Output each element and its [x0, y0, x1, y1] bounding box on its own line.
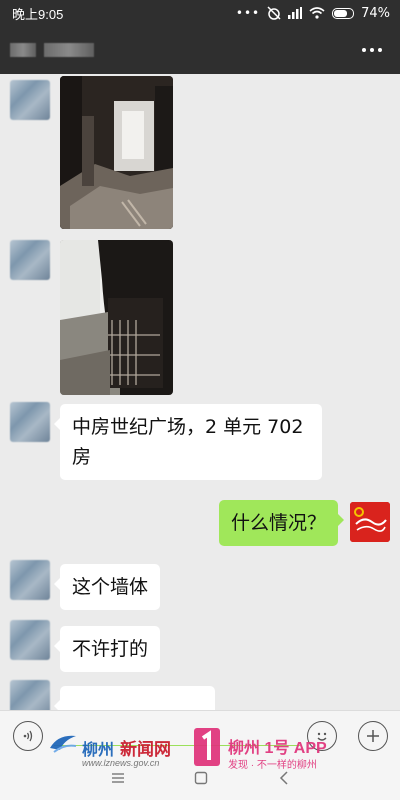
- message-text: 这个墙体: [72, 576, 149, 598]
- voice-input-button[interactable]: [13, 721, 43, 751]
- construction-photo: [60, 240, 173, 395]
- wave-logo-icon: [50, 735, 77, 753]
- voice-icon: [23, 730, 33, 742]
- message-line: 中房世纪广场，2 单元 702: [72, 416, 304, 438]
- chat-header: [0, 26, 400, 74]
- construction-photo: [60, 76, 173, 229]
- site-name: 柳州: [82, 742, 115, 759]
- battery-percent: 74%: [361, 5, 390, 21]
- chat-text-message[interactable]: 这个墙体: [53, 564, 161, 610]
- more-dot-icon: [362, 48, 366, 52]
- message-text: 不许打的: [72, 638, 149, 660]
- contact-avatar[interactable]: [10, 402, 50, 442]
- blurred-title-part: [44, 43, 94, 57]
- wifi-icon: [309, 7, 325, 19]
- alarm-off-icon: [267, 6, 281, 20]
- app-name: 柳州 1号 APP: [228, 740, 327, 757]
- chat-text-message-partial[interactable]: [54, 686, 215, 710]
- contact-avatar[interactable]: [10, 240, 50, 280]
- news-watermark: 柳州 新闻网 www.lznews.gov.cn 柳州 1号 APP 发现 · …: [48, 726, 368, 776]
- site-url: www.lznews.gov.cn: [82, 758, 160, 768]
- more-dot-icon: [370, 48, 374, 52]
- status-bar: 晚上9:05 ••• 74%: [0, 0, 400, 26]
- message-line: 房: [72, 446, 92, 468]
- status-time: 晚上9:05: [12, 6, 64, 22]
- more-options-button[interactable]: [362, 48, 382, 52]
- battery-icon: [332, 7, 355, 19]
- newspaper-logo-icon: [350, 502, 390, 542]
- contact-avatar[interactable]: [10, 680, 50, 710]
- chat-image-message[interactable]: [60, 76, 173, 229]
- contact-avatar[interactable]: [10, 620, 50, 660]
- signal-icon: [288, 7, 303, 19]
- contact-avatar[interactable]: [10, 80, 50, 120]
- chat-text-message[interactable]: 不许打的: [53, 626, 161, 672]
- app-slogan: 发现 · 不一样的柳州: [228, 760, 317, 771]
- chat-image-message[interactable]: [60, 240, 173, 395]
- site-name-art: 新闻网: [120, 740, 171, 759]
- contact-avatar[interactable]: [10, 560, 50, 600]
- chat-title-blurred: [10, 43, 94, 57]
- chat-area[interactable]: 中房世纪广场，2 单元 702 房 什么情况？ 这个墙体 不许打的: [0, 74, 400, 710]
- message-text: 什么情况？: [231, 512, 327, 534]
- my-avatar-logo[interactable]: [350, 502, 390, 542]
- more-dot-icon: [378, 48, 382, 52]
- app-one-logo-icon: [194, 728, 220, 766]
- blurred-title-part: [10, 43, 36, 57]
- more-notifications-icon: •••: [235, 6, 261, 20]
- chat-text-message[interactable]: 中房世纪广场，2 单元 702 房: [54, 404, 322, 480]
- my-text-message[interactable]: 什么情况？: [219, 500, 345, 546]
